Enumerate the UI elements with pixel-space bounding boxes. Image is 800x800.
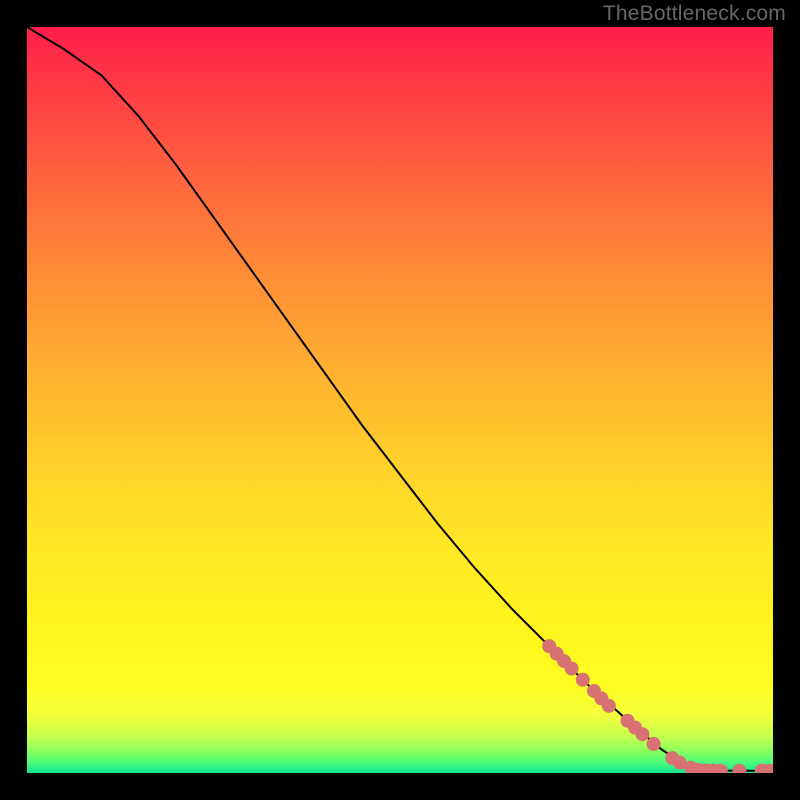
curve-line bbox=[27, 27, 773, 771]
marker-group bbox=[542, 639, 773, 773]
data-marker bbox=[647, 737, 661, 751]
plot-area bbox=[27, 27, 773, 773]
chart-svg bbox=[27, 27, 773, 773]
data-marker bbox=[635, 727, 649, 741]
chart-stage: TheBottleneck.com bbox=[0, 0, 800, 800]
data-marker bbox=[732, 764, 746, 773]
data-marker bbox=[602, 699, 616, 713]
watermark-label: TheBottleneck.com bbox=[603, 2, 786, 26]
data-marker bbox=[565, 662, 579, 676]
data-marker bbox=[576, 673, 590, 687]
